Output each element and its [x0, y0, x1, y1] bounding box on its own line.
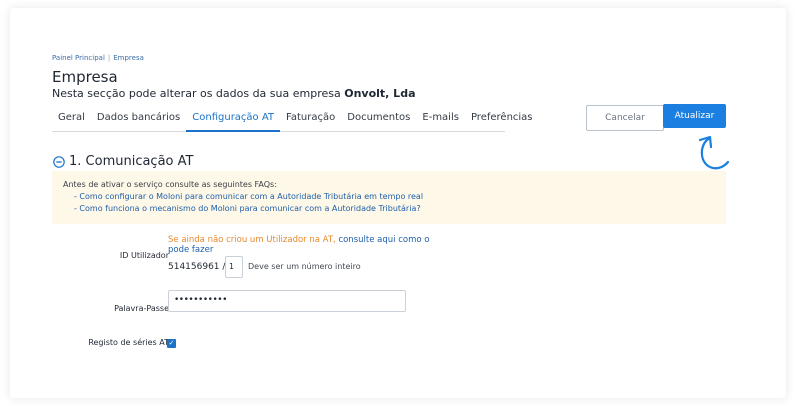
faq-intro: Antes de ativar o serviço consulte as se… — [63, 180, 277, 189]
user-help-link[interactable]: consulte aqui como o — [338, 235, 429, 245]
breadcrumb-separator: | — [107, 54, 111, 62]
company-name: Onvolt, Lda — [344, 87, 416, 100]
series-label: Registo de séries AT — [88, 338, 169, 347]
faq-link-configure[interactable]: - Como configurar o Moloni para comunica… — [74, 192, 423, 201]
tab-dados-bancarios[interactable]: Dados bancários — [91, 110, 186, 131]
series-checkbox[interactable]: ✓ — [167, 339, 176, 348]
tab-geral[interactable]: Geral — [52, 110, 91, 131]
user-help-link-cont[interactable]: pode fazer — [168, 245, 213, 255]
faq-info-box: Antes de ativar o serviço consulte as se… — [52, 171, 726, 224]
faq-link-mechanism[interactable]: - Como funciona o mecanismo do Moloni pa… — [74, 204, 421, 213]
user-id-input[interactable]: 1 — [225, 256, 243, 278]
page-title: Empresa — [52, 68, 118, 86]
page-subtitle: Nesta secção pode alterar os dados da su… — [52, 87, 416, 100]
breadcrumb-current[interactable]: Empresa — [113, 54, 144, 62]
tab-faturacao[interactable]: Faturação — [280, 110, 341, 131]
user-warning: Se ainda não criou um Utilizador na AT, … — [168, 235, 429, 245]
update-button[interactable]: Atualizar — [663, 104, 726, 128]
nif-prefix: 514156961 / — [168, 262, 226, 272]
breadcrumb-home[interactable]: Painel Principal — [52, 54, 105, 62]
breadcrumb: Painel Principal | Empresa — [52, 54, 144, 62]
tab-preferencias[interactable]: Preferências — [465, 110, 539, 131]
tab-configuracao-at[interactable]: Configuração AT — [186, 110, 280, 132]
cancel-button[interactable]: Cancelar — [586, 105, 664, 131]
user-id-label: ID Utilizador — [119, 251, 169, 260]
tab-emails[interactable]: E-mails — [416, 110, 465, 131]
tab-documentos[interactable]: Documentos — [341, 110, 416, 131]
user-warning-text: Se ainda não criou um Utilizador na AT, — [168, 235, 336, 245]
curved-arrow-icon — [698, 135, 730, 170]
password-input[interactable]: ••••••••••• — [168, 290, 406, 312]
password-label: Palavra-Passe — [114, 304, 169, 313]
tab-bar: Geral Dados bancários Configuração AT Fa… — [52, 110, 533, 132]
minus-circle-icon[interactable] — [53, 156, 65, 168]
subtitle-text: Nesta secção pode alterar os dados da su… — [52, 87, 345, 100]
user-id-hint: Deve ser um número inteiro — [248, 262, 361, 271]
section-title: 1. Comunicação AT — [69, 154, 194, 169]
